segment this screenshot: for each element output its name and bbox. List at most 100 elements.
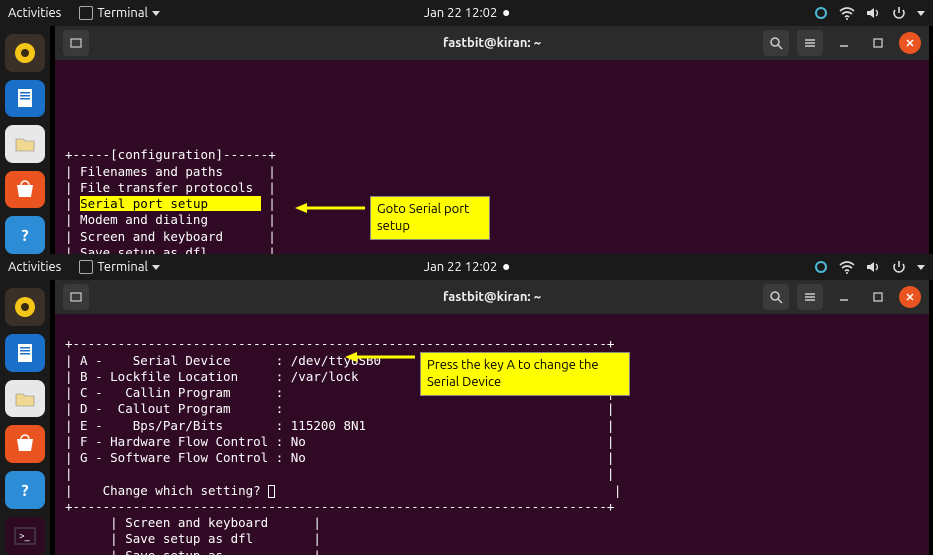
minimize-icon — [838, 37, 850, 49]
titlebar-1: fastbit@kiran: ~ — [55, 26, 929, 60]
app-name: Terminal — [97, 260, 148, 274]
activities-button[interactable]: Activities — [8, 6, 61, 20]
app-indicator[interactable]: Terminal — [73, 4, 166, 22]
clock[interactable]: Jan 22 12:02 — [424, 260, 510, 274]
help-app-icon[interactable]: ? — [5, 216, 45, 254]
chevron-down-icon — [152, 265, 160, 270]
menu-item-modem[interactable]: | Modem and dialing | — [65, 212, 276, 227]
callout-press-a: Press the key A to change the Serial Dev… — [420, 352, 630, 396]
top-panel-1: Activities Terminal Jan 22 12:02 — [0, 0, 933, 26]
svg-text:>_: >_ — [19, 530, 30, 541]
change-prompt-post: | — [275, 483, 621, 498]
files-app-icon[interactable] — [5, 380, 45, 418]
help-app-icon[interactable]: ? — [5, 471, 45, 509]
search-icon — [769, 36, 783, 50]
arrow-to-serial-device — [345, 349, 415, 365]
menu-item-filetransfer[interactable]: | File transfer protocols | — [65, 180, 276, 195]
menu-item-screen[interactable]: | Screen and keyboard | — [65, 229, 276, 244]
menu-item-serial-port-setup[interactable]: Serial port setup — [80, 196, 261, 211]
terminal-content-2[interactable]: +---------------------------------------… — [55, 314, 929, 555]
menu-item-savedfl[interactable]: | Save setup as dfl | — [65, 245, 276, 254]
settings-border: +---------------------------------------… — [65, 336, 614, 351]
software-center-icon[interactable] — [5, 425, 45, 463]
chevron-down-icon — [917, 11, 925, 16]
app-indicator[interactable]: Terminal — [73, 258, 166, 276]
svg-text:?: ? — [21, 227, 28, 245]
terminal-app-icon[interactable]: >_ — [5, 517, 45, 555]
menu-border: +-----[configuration]------+ — [65, 147, 276, 162]
input-source-icon — [813, 259, 829, 275]
software-center-icon[interactable] — [5, 171, 45, 209]
menu-button[interactable] — [797, 284, 823, 310]
volume-icon — [865, 5, 881, 21]
terminal-content-1[interactable]: +-----[configuration]------+ | Filenames… — [55, 60, 929, 254]
search-button[interactable] — [763, 30, 789, 56]
maximize-button[interactable] — [865, 30, 891, 56]
tab-icon — [69, 290, 83, 304]
menu-pipe: | — [261, 196, 276, 211]
document-app-icon[interactable] — [5, 80, 45, 118]
setting-e-bps[interactable]: | E - Bps/Par/Bits : 115200 8N1 | — [65, 418, 614, 433]
terminal-window-1: fastbit@kiran: ~ +-----[configuration]--… — [55, 26, 929, 254]
minimize-button[interactable] — [831, 284, 857, 310]
change-prompt-pre: | Change which setting? — [65, 483, 268, 498]
files-app-icon[interactable] — [5, 125, 45, 163]
search-button[interactable] — [763, 284, 789, 310]
power-icon — [891, 259, 907, 275]
close-icon — [905, 292, 915, 302]
menu-item-filenames[interactable]: | Filenames and paths | — [65, 164, 276, 179]
svg-text:?: ? — [21, 482, 28, 500]
tab-icon — [69, 36, 83, 50]
wifi-icon — [839, 259, 855, 275]
setting-g-swflow[interactable]: | G - Software Flow Control : No | — [65, 450, 614, 465]
system-tray[interactable] — [813, 5, 925, 21]
terminal-icon — [79, 6, 93, 20]
setting-f-hwflow[interactable]: | F - Hardware Flow Control : No | — [65, 434, 614, 449]
minimize-icon — [838, 291, 850, 303]
menu-item-saveas[interactable]: | Save setup as.. | — [65, 548, 321, 555]
menu-pipe: | — [65, 196, 80, 211]
menu-item-screen[interactable]: | Screen and keyboard | — [65, 515, 321, 530]
maximize-icon — [872, 291, 884, 303]
launcher-2: ? >_ — [0, 280, 50, 555]
menu-button[interactable] — [797, 30, 823, 56]
menu-item-savedfl[interactable]: | Save setup as dfl | — [65, 531, 321, 546]
power-icon — [891, 5, 907, 21]
search-icon — [769, 290, 783, 304]
input-source-icon — [813, 5, 829, 21]
wifi-icon — [839, 5, 855, 21]
document-app-icon[interactable] — [5, 334, 45, 372]
window-title: fastbit@kiran: ~ — [443, 36, 541, 50]
settings-blank: | | — [65, 466, 614, 481]
window-title: fastbit@kiran: ~ — [443, 290, 541, 304]
speaker-app-icon[interactable] — [5, 288, 45, 326]
chevron-down-icon — [152, 11, 160, 16]
settings-border: +---------------------------------------… — [65, 499, 614, 514]
launcher-1: ? — [0, 26, 50, 254]
arrow-to-serial-port — [295, 200, 365, 216]
new-tab-button[interactable] — [63, 30, 89, 56]
close-button[interactable] — [899, 286, 921, 308]
minimize-button[interactable] — [831, 30, 857, 56]
volume-icon — [865, 259, 881, 275]
maximize-icon — [872, 37, 884, 49]
app-name: Terminal — [97, 6, 148, 20]
activities-button[interactable]: Activities — [8, 260, 61, 274]
terminal-window-2: fastbit@kiran: ~ +----------------------… — [55, 280, 929, 555]
speaker-app-icon[interactable] — [5, 34, 45, 72]
notification-dot-icon — [503, 10, 509, 16]
system-tray[interactable] — [813, 259, 925, 275]
terminal-icon — [79, 260, 93, 274]
new-tab-button[interactable] — [63, 284, 89, 310]
callout-serial-port: Goto Serial port setup — [370, 196, 490, 240]
clock[interactable]: Jan 22 12:02 — [424, 6, 510, 20]
top-panel-2: Activities Terminal Jan 22 12:02 — [0, 254, 933, 280]
maximize-button[interactable] — [865, 284, 891, 310]
setting-d-callout[interactable]: | D - Callout Program : | — [65, 401, 614, 416]
close-button[interactable] — [899, 32, 921, 54]
close-icon — [905, 38, 915, 48]
hamburger-icon — [803, 290, 817, 304]
titlebar-2: fastbit@kiran: ~ — [55, 280, 929, 314]
hamburger-icon — [803, 36, 817, 50]
chevron-down-icon — [917, 265, 925, 270]
